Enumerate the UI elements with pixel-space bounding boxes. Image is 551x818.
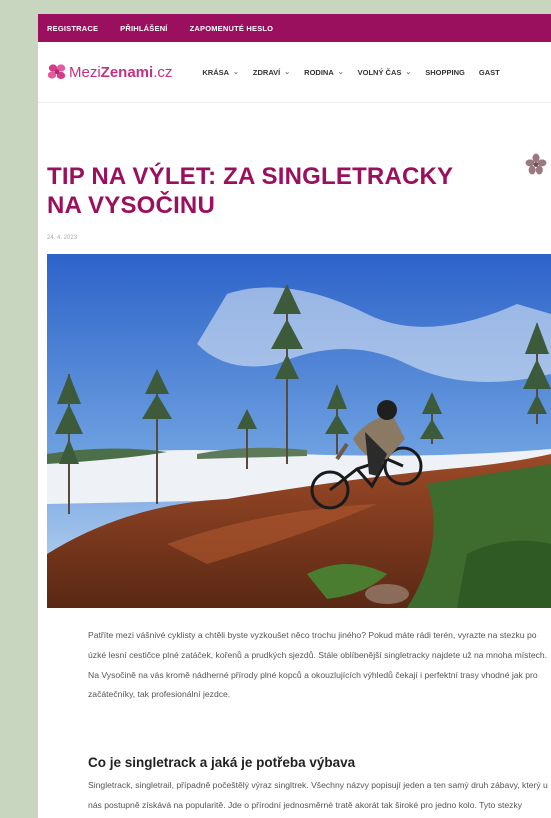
menu-item-rodina[interactable]: RODINA ⌄ bbox=[304, 68, 343, 77]
article-date: 24. 4. 2023 bbox=[47, 235, 78, 241]
chevron-down-icon: ⌄ bbox=[405, 69, 412, 76]
site-logo[interactable]: Mezi Zenami .cz bbox=[47, 63, 172, 81]
menu-item-krasa[interactable]: KRÁSA ⌄ bbox=[202, 68, 239, 77]
menu-item-label: GAST bbox=[478, 67, 500, 77]
article-section: Singletrack, singletrail, případně počeš… bbox=[88, 776, 548, 818]
intro-paragraph: Patříte mezi vášnivé cyklisty a chtěli b… bbox=[88, 630, 548, 700]
menu-item-zdravi[interactable]: ZDRAVÍ ⌄ bbox=[253, 68, 290, 77]
flower-logo-icon bbox=[47, 64, 66, 80]
menu-item-shopping[interactable]: SHOPPING bbox=[425, 68, 465, 77]
section-heading: Co je singletrack a jaká je potřeba výba… bbox=[88, 755, 356, 771]
chevron-down-icon: ⌄ bbox=[284, 69, 291, 76]
menu-item-label: SHOPPING bbox=[425, 67, 465, 77]
menu-item-label: KRÁSA bbox=[202, 67, 230, 77]
section-paragraph: Singletrack, singletrail, případně počeš… bbox=[88, 780, 548, 810]
menu-item-label: RODINA bbox=[304, 67, 334, 77]
flower-icon bbox=[525, 153, 547, 175]
menu-item-label: VOLNÝ ČAS bbox=[357, 67, 402, 77]
article-title: TIP NA VÝLET: ZA SINGLETRACKY NA VYSOČIN… bbox=[47, 163, 453, 220]
forgot-password-link[interactable]: ZAPOMENUTÉ HESLO bbox=[190, 24, 274, 33]
page: REGISTRACE PŘIHLÁŠENÍ ZAPOMENUTÉ HESLO M… bbox=[38, 14, 551, 818]
hero-image bbox=[47, 254, 551, 608]
chevron-down-icon: ⌄ bbox=[233, 69, 239, 76]
logo-text-part3: .cz bbox=[153, 63, 173, 81]
menu-item-label: ZDRAVÍ bbox=[252, 67, 281, 77]
logo-text-part2: Zenami bbox=[100, 63, 154, 81]
menu-item-volny-cas[interactable]: VOLNÝ ČAS ⌄ bbox=[358, 68, 412, 77]
article-intro: Patříte mezi vášnivé cyklisty a chtěli b… bbox=[88, 626, 548, 705]
chevron-down-icon: ⌄ bbox=[337, 69, 344, 76]
main-navbar: Mezi Zenami .cz KRÁSA ⌄ ZDRAVÍ ⌄ RODINA ⌄ VOL… bbox=[38, 42, 551, 103]
register-link[interactable]: REGISTRACE bbox=[47, 24, 98, 33]
logo-text-part1: Mezi bbox=[69, 63, 101, 81]
menu-item-gast[interactable]: GAST bbox=[479, 68, 500, 77]
login-link[interactable]: PŘIHLÁŠENÍ bbox=[120, 24, 167, 33]
main-menu: KRÁSA ⌄ ZDRAVÍ ⌄ RODINA ⌄ VOLNÝ ČAS ⌄ SHOPPI… bbox=[202, 68, 513, 77]
top-bar: REGISTRACE PŘIHLÁŠENÍ ZAPOMENUTÉ HESLO bbox=[38, 14, 551, 42]
